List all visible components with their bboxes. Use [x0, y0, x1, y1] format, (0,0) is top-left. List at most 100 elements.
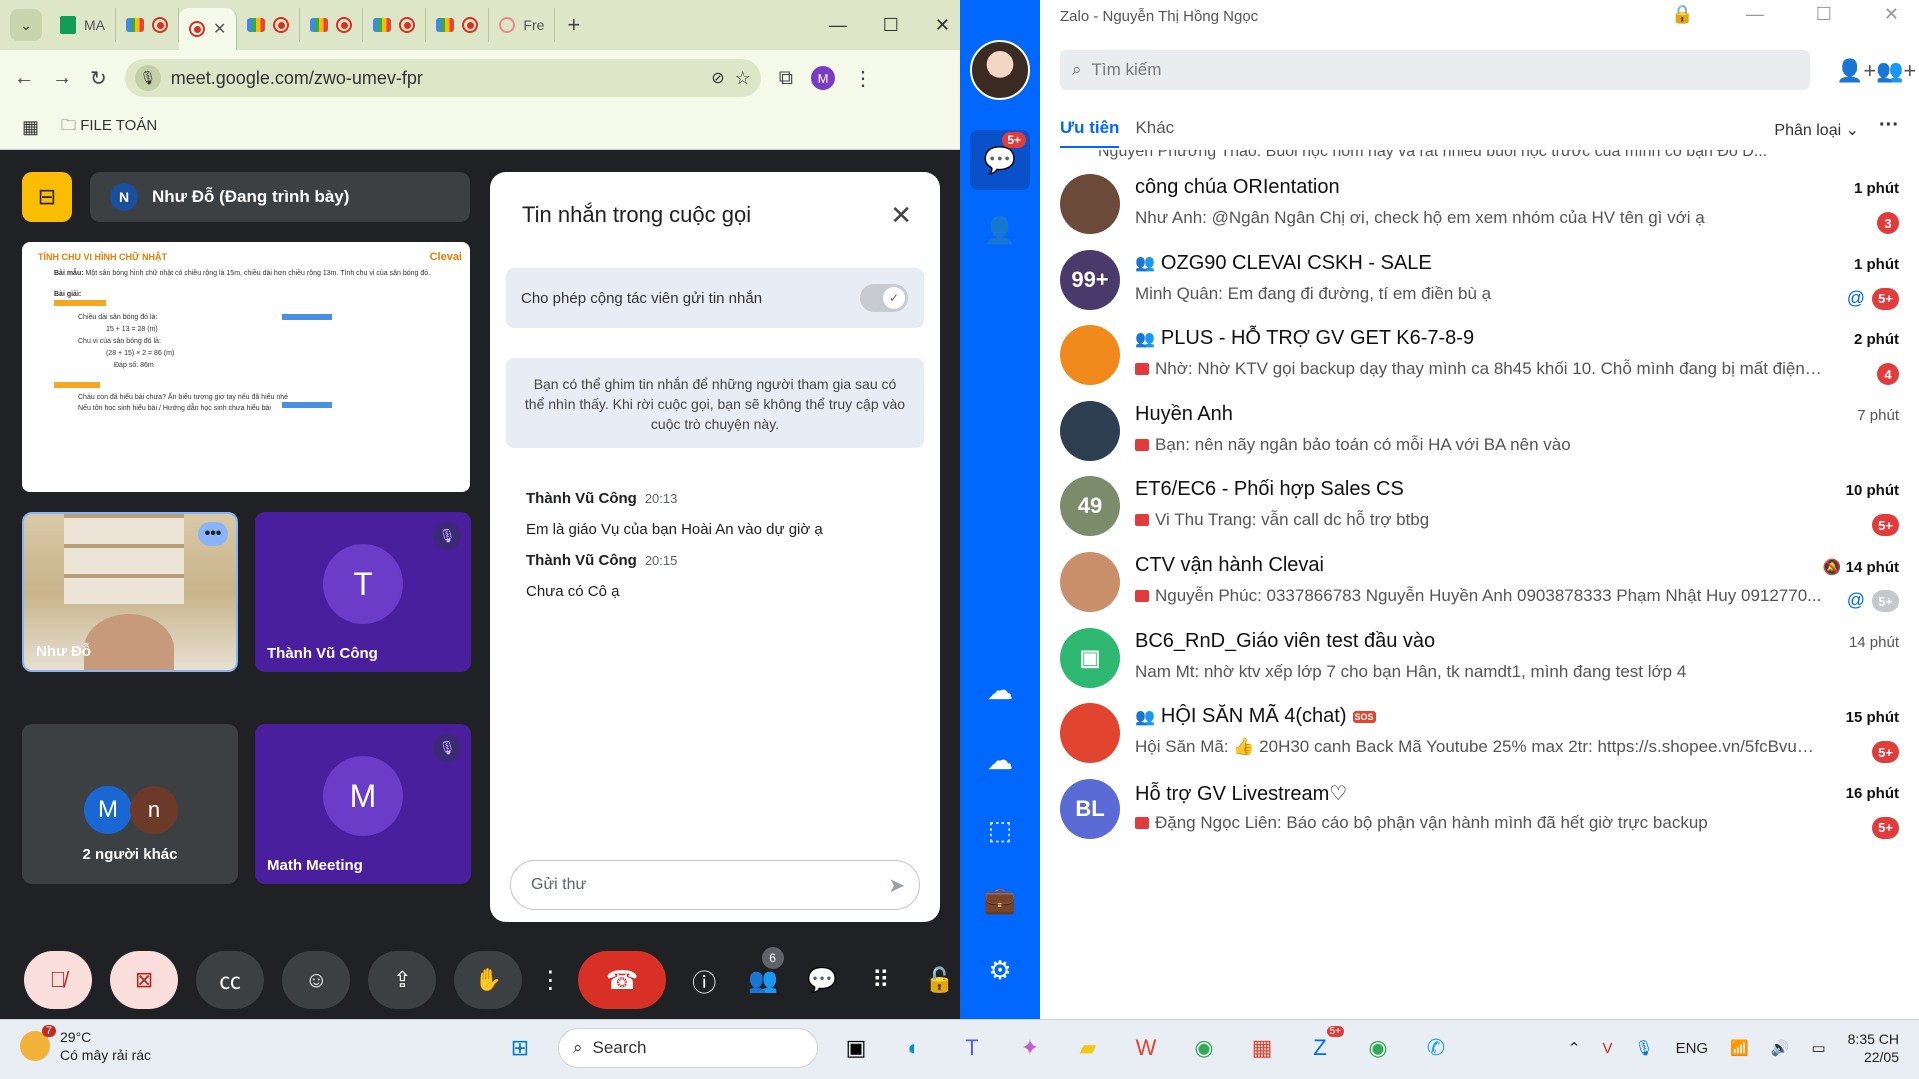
chat-icon[interactable]: 💬	[802, 951, 843, 1009]
self-video-tile[interactable]: ••• Như Đỗ	[22, 512, 238, 672]
tab-priority[interactable]: Ưu tiên	[1060, 118, 1120, 148]
lock-icon[interactable]: 🔒	[1671, 4, 1693, 25]
forward-icon[interactable]: →	[52, 67, 72, 90]
bookmark-star-icon[interactable]: ☆	[735, 68, 751, 89]
apps-icon[interactable]: ▦	[22, 117, 39, 138]
camera-off-button[interactable]: ⊠	[110, 951, 179, 1009]
user-avatar[interactable]	[970, 40, 1030, 100]
messages-icon[interactable]: 💬 5+	[970, 130, 1030, 190]
clock[interactable]: 8:35 CH 22/05	[1848, 1030, 1899, 1066]
chrome-icon[interactable]: ◉	[1184, 1028, 1224, 1068]
mic-off-button[interactable]: 🎙̸	[24, 951, 93, 1009]
browser-tab[interactable]	[237, 8, 301, 42]
camera-off-icon[interactable]: ⊘	[711, 68, 724, 88]
presenter-banner[interactable]: N Như Đỗ (Đang trình bày)	[90, 172, 470, 222]
browser-tab[interactable]	[300, 8, 364, 42]
sticky-notes-icon[interactable]: ▰	[1068, 1028, 1108, 1068]
microphone-icon[interactable]: 🎙	[1635, 1039, 1654, 1057]
tab-other[interactable]: Khác	[1135, 118, 1174, 148]
send-icon[interactable]: ➤	[888, 873, 905, 898]
weather-widget[interactable]: 7 29°C Có mây rải rác	[20, 1025, 151, 1064]
site-info-icon[interactable]: 🎙	[134, 65, 161, 91]
browser-tab-active[interactable]: ✕	[179, 8, 238, 50]
info-icon[interactable]: ⓘ	[684, 951, 725, 1009]
close-icon[interactable]: ✕	[1884, 4, 1899, 25]
vpn-icon[interactable]: V	[1603, 1040, 1613, 1057]
browser-tab[interactable]: Fre	[489, 8, 556, 42]
extensions-icon[interactable]: ⧉	[779, 67, 793, 90]
conversation-item[interactable]: BL Hỗ trợ GV Livestream♡ Đặng Ngọc Liên: B…	[1040, 763, 1919, 855]
zcloud-icon[interactable]: ☁	[970, 660, 1030, 720]
close-icon[interactable]: ✕	[890, 200, 912, 231]
language-indicator[interactable]: ENG	[1676, 1040, 1709, 1057]
new-tab-button[interactable]: +	[567, 12, 580, 38]
app-icon[interactable]: ▦	[1242, 1028, 1282, 1068]
profile-avatar[interactable]: M	[811, 66, 836, 90]
briefcase-icon[interactable]: 💼	[970, 870, 1030, 930]
more-icon[interactable]: ···	[1879, 114, 1899, 137]
conversation-avatar	[1060, 174, 1120, 234]
minimize-icon[interactable]: —	[829, 15, 847, 36]
more-options-icon[interactable]: ⋮	[538, 951, 562, 1009]
back-icon[interactable]: ←	[14, 67, 34, 90]
wifi-icon[interactable]: 📶	[1730, 1039, 1749, 1057]
conversation-preview: Như Anh: @Ngân Ngân Chị ơi, check hộ em …	[1135, 208, 1705, 227]
emoji-button[interactable]: ☺	[282, 951, 351, 1009]
panel-title: Tin nhắn trong cuộc gọi	[522, 202, 752, 227]
participant-tile[interactable]: 🎙 M Math Meeting	[255, 724, 471, 884]
presentation-slide[interactable]: TÍNH CHU VI HÌNH CHỮ NHẬT Clevai Bài mẫu…	[22, 242, 470, 492]
battery-icon[interactable]: ▭	[1811, 1039, 1825, 1057]
cloud-icon[interactable]: ☁	[970, 730, 1030, 790]
search-input[interactable]: ⌕ Tìm kiếm	[1060, 50, 1810, 90]
tag-icon	[1135, 514, 1149, 527]
maximize-icon[interactable]: ☐	[1816, 4, 1832, 25]
screenshot-icon[interactable]: ⬚	[970, 800, 1030, 860]
edge-icon[interactable]: ◐	[894, 1028, 934, 1068]
leave-call-button[interactable]: ☎	[578, 951, 666, 1009]
volume-icon[interactable]: 🔊	[1771, 1039, 1790, 1057]
zalo-icon[interactable]: Z 5+	[1300, 1026, 1344, 1068]
chevron-up-icon[interactable]: ⌃	[1568, 1039, 1581, 1057]
phone-link-icon[interactable]: ✆	[1416, 1028, 1456, 1068]
browser-tab[interactable]	[363, 8, 427, 42]
filter-dropdown[interactable]: Phân loại ⌄	[1774, 120, 1859, 140]
wps-icon[interactable]: W	[1126, 1028, 1166, 1068]
people-icon[interactable]: 👥 6	[743, 947, 784, 1009]
address-bar[interactable]: 🎙 meet.google.com/zwo-umev-fpr ⊘ ☆	[124, 59, 761, 97]
teams-icon[interactable]: T	[952, 1028, 992, 1068]
weather-badge: 7	[41, 1025, 56, 1037]
menu-icon[interactable]: ⋮	[853, 66, 873, 91]
settings-icon[interactable]: ⚙	[970, 940, 1030, 1000]
minimize-icon[interactable]: —	[1746, 4, 1764, 25]
more-options-icon[interactable]: •••	[198, 522, 228, 546]
tab-search-dropdown[interactable]: ⌄	[10, 9, 42, 41]
browser-tab[interactable]	[116, 8, 179, 42]
present-button[interactable]: ⇪	[368, 951, 437, 1009]
taskbar-search[interactable]: ⌕ Search	[558, 1028, 818, 1068]
create-group-icon[interactable]: 👥+	[1876, 58, 1916, 84]
add-friend-icon[interactable]: 👤+	[1836, 58, 1876, 84]
presentation-icon[interactable]: ⊟	[22, 172, 72, 222]
host-controls-icon[interactable]: 🔓	[919, 951, 960, 1009]
close-icon[interactable]: ✕	[213, 19, 226, 39]
allow-messages-toggle[interactable]	[860, 284, 908, 312]
browser-tab[interactable]	[426, 8, 490, 42]
maximize-icon[interactable]: ☐	[883, 15, 899, 36]
browser-tab[interactable]: MA	[50, 8, 116, 42]
task-view-icon[interactable]: ▣	[836, 1028, 876, 1068]
participant-tile[interactable]: 🎙 T Thành Vũ Công	[255, 512, 471, 672]
unread-badge: 5+	[1872, 741, 1899, 764]
contacts-icon[interactable]: 👤	[970, 200, 1030, 260]
reload-icon[interactable]: ↻	[90, 66, 107, 91]
close-icon[interactable]: ✕	[935, 15, 950, 36]
chrome-icon[interactable]: ◉	[1358, 1028, 1398, 1068]
windows-start-icon[interactable]: ⊞	[500, 1028, 540, 1068]
activities-icon[interactable]: ⠿	[860, 951, 901, 1009]
tag-icon	[1135, 438, 1149, 451]
bookmark-folder[interactable]: 🗀 FILE TOÁN	[61, 115, 157, 140]
captions-button[interactable]: ㏄	[196, 951, 265, 1009]
message-input[interactable]: Gửi thư ➤	[510, 860, 920, 910]
copilot-icon[interactable]: ✦	[1010, 1028, 1050, 1068]
raise-hand-button[interactable]: ✋	[454, 951, 523, 1009]
others-tile[interactable]: M n 2 người khác	[22, 724, 238, 884]
